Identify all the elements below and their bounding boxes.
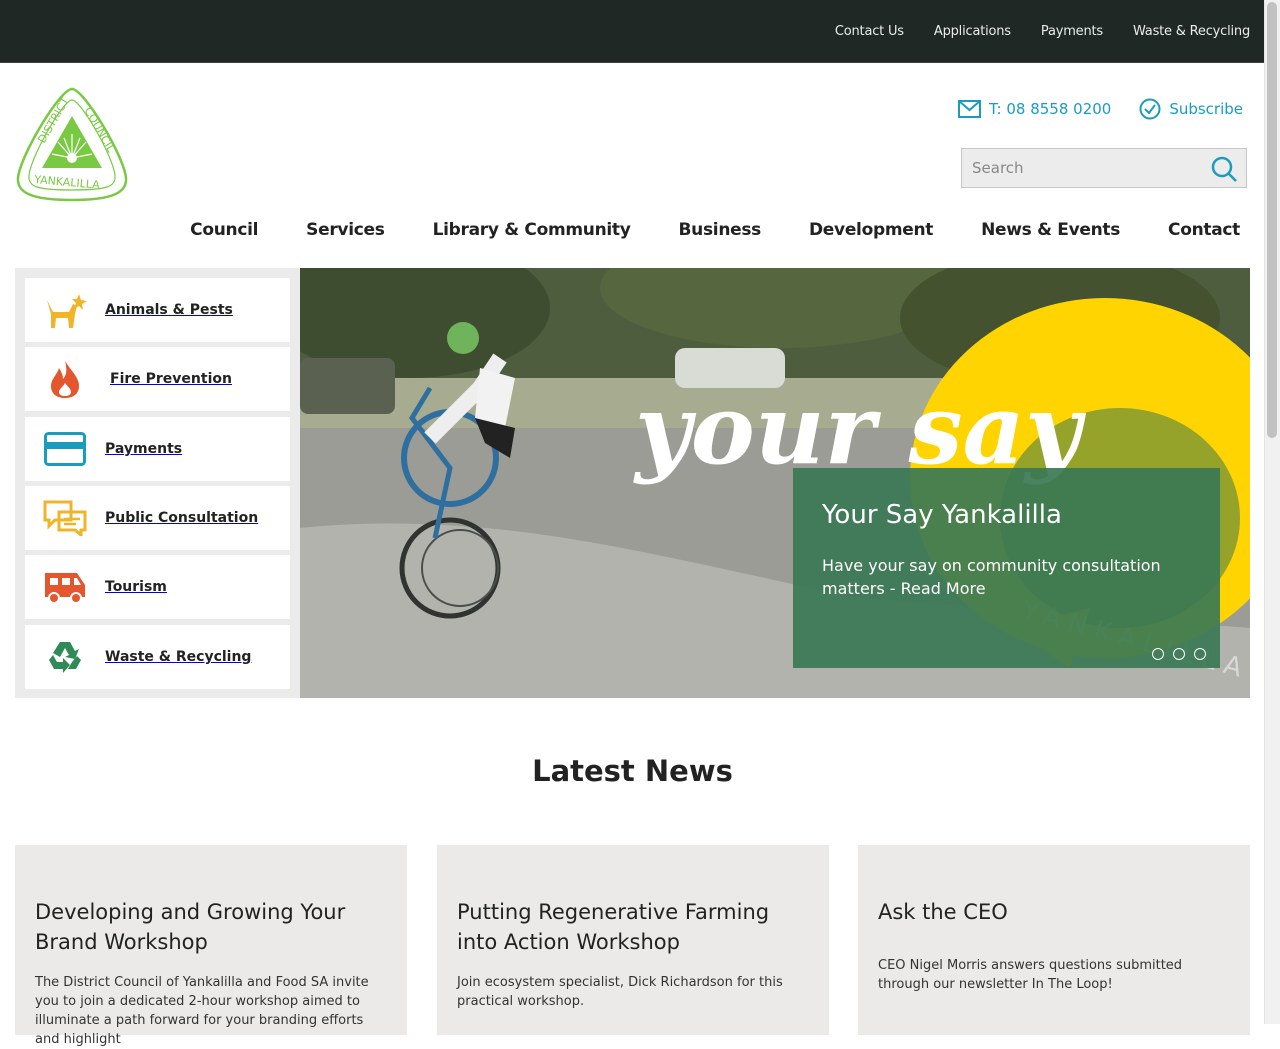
news-card-summary: Join ecosystem specialist, Dick Richards… [457,975,783,1009]
quicklink-label: Waste & Recycling [105,649,252,665]
quicklink-public-consultation[interactable]: Public Consultation [25,486,290,550]
header-contact: T: 08 8558 0200 Subscribe [958,98,1243,120]
phone-number: T: 08 8558 0200 [989,100,1112,118]
quicklink-payments[interactable]: Payments [25,417,290,481]
hero-title: Your Say Yankalilla [822,500,1062,530]
subscribe-label: Subscribe [1169,100,1244,118]
search-icon [1211,156,1237,182]
hero-slideshow[interactable]: your say YANKALILLA Your Say Yankalilla … [300,268,1250,698]
utility-nav: Contact Us Applications Payments Waste &… [805,0,1250,62]
top-utility-bar: Contact Us Applications Payments Waste &… [0,0,1265,63]
credit-card-icon [43,427,87,471]
caravan-icon [43,565,87,609]
quick-links-panel: Animals & Pests Fire Prevention Payments [15,268,300,698]
nav-business[interactable]: Business [679,220,762,240]
search-button[interactable] [1210,155,1238,183]
phone-link[interactable]: T: 08 8558 0200 [958,100,1111,118]
envelope-icon [958,100,981,118]
quicklink-animals-pests[interactable]: Animals & Pests [25,278,290,342]
news-card-summary: CEO Nigel Morris answers questions submi… [878,958,1183,992]
recycle-icon [43,635,87,679]
slide-dot-1[interactable] [1152,648,1164,660]
quicklink-tourism[interactable]: Tourism [25,555,290,619]
nav-services[interactable]: Services [306,220,385,240]
nav-contact[interactable]: Contact [1168,220,1240,240]
slide-dot-2[interactable] [1173,648,1185,660]
dog-icon [43,288,87,332]
quicklink-fire-prevention[interactable]: Fire Prevention [25,347,290,411]
news-card[interactable]: Putting Regenerative Farming into Action… [437,845,829,1035]
hero-caption[interactable]: Your Say Yankalilla Have your say on com… [793,468,1220,668]
news-card-title: Developing and Growing Your Brand Worksh… [35,900,346,954]
nav-news-events[interactable]: News & Events [981,220,1120,240]
subscribe-link[interactable]: Subscribe [1139,98,1243,120]
news-card[interactable]: Ask the CEO CEO Nigel Morris answers que… [858,845,1250,1035]
news-card-title: Ask the CEO [878,900,1008,924]
site-search [961,148,1247,188]
utility-link-applications[interactable]: Applications [934,24,1011,39]
flame-icon [43,357,87,401]
quicklink-label: Public Consultation [105,510,259,526]
speech-bubbles-icon [43,496,87,540]
nav-council[interactable]: Council [190,220,258,240]
council-logo-emblem: DISTRICT COUNCIL YANKALILLA [16,87,128,202]
check-circle-icon [1139,98,1161,120]
utility-link-contact-us[interactable]: Contact Us [835,24,904,39]
utility-link-waste-recycling[interactable]: Waste & Recycling [1133,24,1250,39]
news-card[interactable]: Developing and Growing Your Brand Worksh… [15,845,407,1047]
slide-pager [1143,648,1206,660]
search-input[interactable] [962,149,1192,187]
quicklink-label: Animals & Pests [105,302,233,318]
quicklink-label: Fire Prevention [110,371,232,387]
main-navigation: Council Services Library & Community Bus… [142,220,1240,240]
quicklink-waste-recycling[interactable]: Waste & Recycling [25,625,290,689]
latest-news-heading: Latest News [532,754,733,788]
slide-dot-3[interactable] [1194,648,1206,660]
utility-link-payments[interactable]: Payments [1041,24,1103,39]
news-card-summary: The District Council of Yankalilla and F… [35,975,369,1047]
council-logo[interactable]: DISTRICT COUNCIL YANKALILLA [14,86,130,204]
nav-development[interactable]: Development [809,220,933,240]
page-scrollbar[interactable] [1264,0,1280,1024]
news-card-title: Putting Regenerative Farming into Action… [457,900,770,954]
quicklink-label: Payments [105,441,183,457]
hero-description[interactable]: Have your say on community consultation … [822,554,1182,600]
quicklink-label: Tourism [105,579,167,595]
nav-library-community[interactable]: Library & Community [433,220,631,240]
scrollbar-thumb[interactable] [1267,2,1277,438]
